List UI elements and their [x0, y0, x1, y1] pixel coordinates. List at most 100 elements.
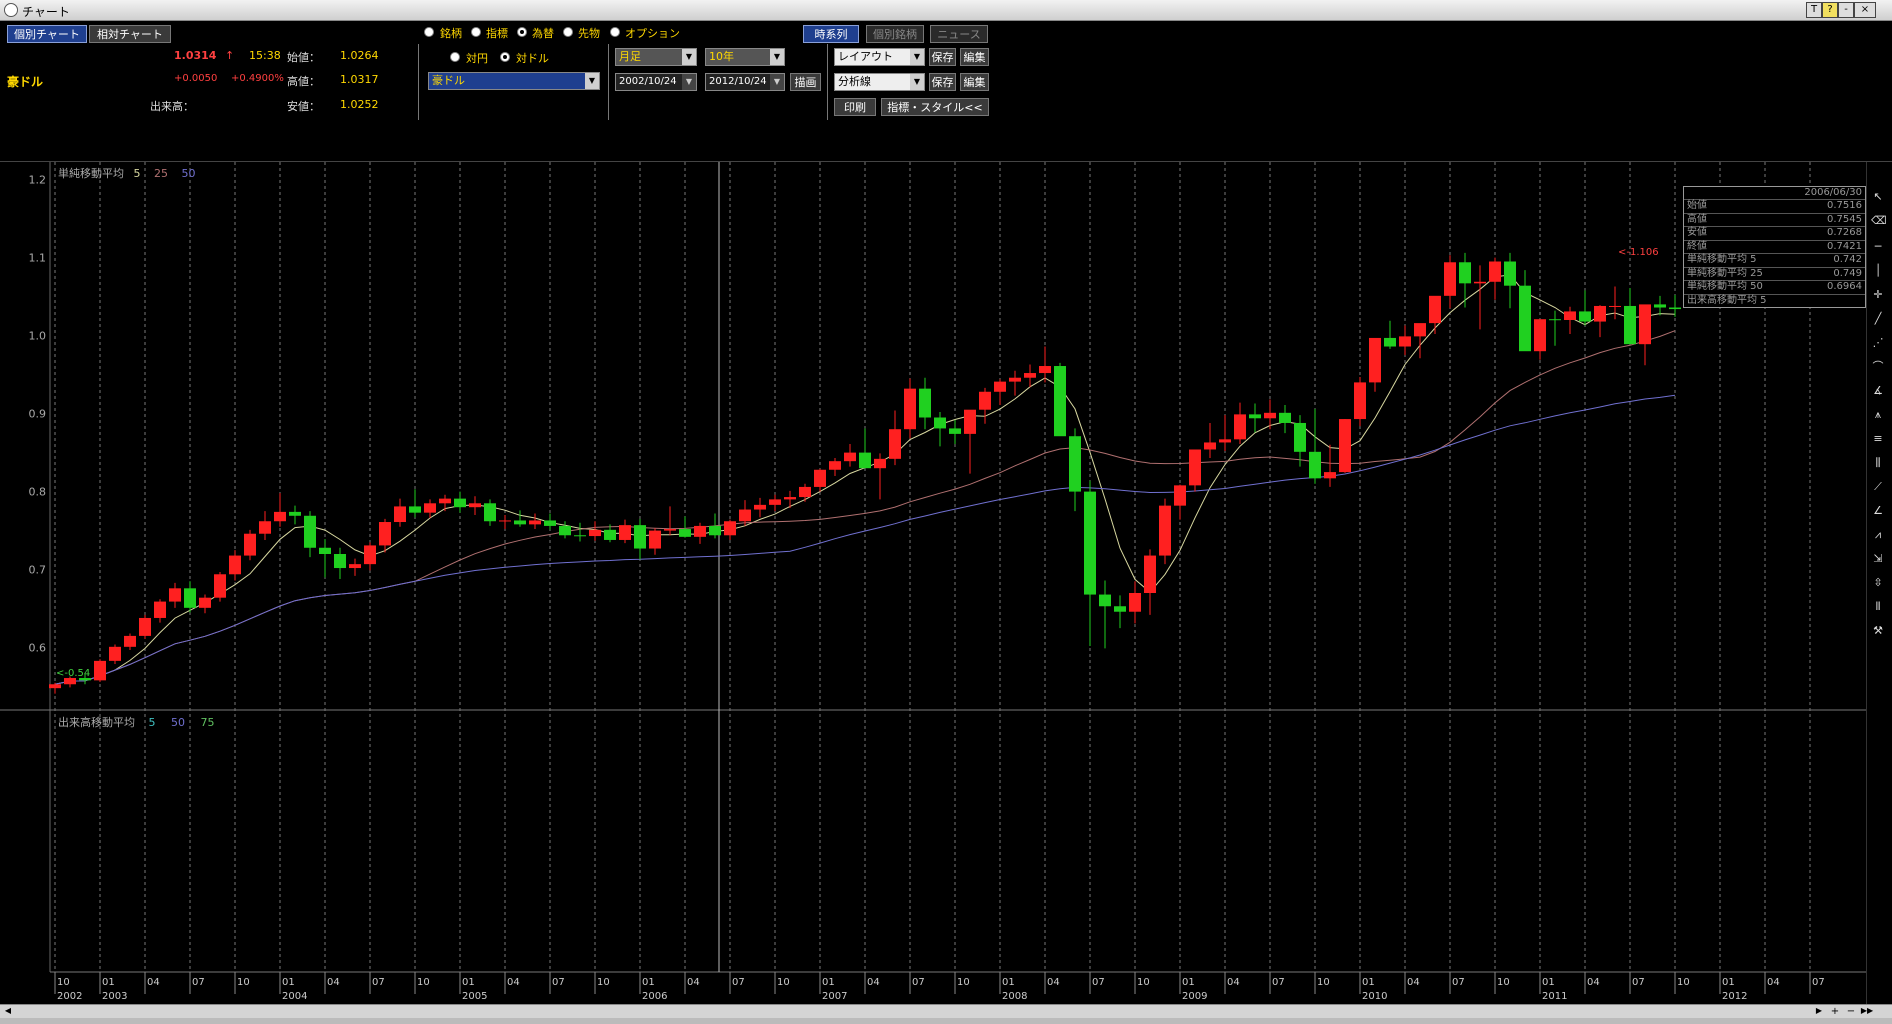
header-divider-3	[827, 44, 828, 120]
x-month-label: 10	[1677, 977, 1690, 988]
horizontal-line-icon[interactable]: ─	[1871, 240, 1885, 254]
text-icon[interactable]: T	[1806, 2, 1822, 18]
gann-icon[interactable]: ∠	[1871, 504, 1885, 518]
candle-body	[274, 511, 286, 522]
layout-value: レイアウト	[838, 50, 893, 63]
measure-icon[interactable]: ⇲	[1871, 552, 1885, 566]
x-year-label: 2004	[282, 991, 307, 1002]
candle-body	[559, 525, 571, 536]
x-month-label: 10	[417, 977, 430, 988]
candle-body	[154, 601, 166, 618]
symbol-name: 豪ドル	[7, 75, 44, 89]
individual-issue-button[interactable]: 個別銘柄	[866, 25, 924, 43]
candle-body	[1039, 366, 1051, 374]
eraser-icon[interactable]: ⌫	[1871, 214, 1887, 228]
trendline-icon[interactable]: ╱	[1871, 312, 1885, 326]
candle-body	[1009, 377, 1021, 382]
radio-index[interactable]	[471, 27, 481, 37]
scroll-left-icon[interactable]: ◀	[2, 1006, 14, 1017]
crosshair-icon[interactable]: ✛	[1871, 288, 1885, 302]
layout-edit-button[interactable]: 編集	[960, 48, 989, 66]
scroll-end-icon[interactable]: ▶▶	[1860, 1006, 1874, 1017]
legend-ma5: 5	[133, 167, 141, 180]
x-month-label: 01	[1002, 977, 1015, 988]
fibonacci-fan-icon[interactable]: ∡	[1871, 384, 1885, 398]
candle-body	[424, 503, 436, 513]
radio-vs-yen[interactable]	[450, 52, 460, 62]
span-select[interactable]: 10年 ▼	[705, 48, 785, 66]
print-button[interactable]: 印刷	[834, 98, 876, 116]
candle-body	[379, 522, 391, 546]
tab-individual-chart[interactable]: 個別チャート	[7, 25, 87, 43]
candle-body	[109, 646, 121, 661]
pitchfork-icon[interactable]: ⩚	[1871, 408, 1885, 422]
candle-body	[1594, 305, 1606, 322]
scroll-right-icon[interactable]: ▶	[1812, 1006, 1826, 1017]
help-icon[interactable]: ?	[1822, 2, 1838, 18]
analysis-edit-button[interactable]: 編集	[960, 73, 989, 91]
layout-save-button[interactable]: 保存	[929, 48, 956, 66]
range-icon[interactable]: ⇳	[1871, 576, 1885, 590]
period-select[interactable]: 月足 ▼	[615, 48, 697, 66]
candle-body	[814, 469, 826, 487]
x-year-label: 2005	[462, 991, 487, 1002]
radio-stock[interactable]	[424, 27, 434, 37]
date-to-field[interactable]: 2012/10/24 ▼	[705, 73, 785, 91]
zoom-in-icon[interactable]: +	[1828, 1006, 1842, 1017]
date-from-field[interactable]: 2002/10/24 ▼	[615, 73, 697, 91]
radio-forex[interactable]	[517, 27, 527, 37]
radio-vs-dollar[interactable]	[500, 52, 510, 62]
analysis-select[interactable]: 分析線 ▼	[834, 73, 925, 91]
cursor-icon[interactable]: ↖	[1871, 190, 1885, 204]
candle-body	[394, 506, 406, 523]
candle-body	[979, 391, 991, 410]
chevron-down-icon: ▼	[585, 73, 599, 89]
ray-icon[interactable]: ⟋	[1871, 480, 1885, 494]
x-year-label: 2007	[822, 991, 847, 1002]
news-button[interactable]: ニュース	[930, 25, 988, 43]
close-button[interactable]: ×	[1854, 2, 1876, 18]
channel-icon[interactable]: ≡	[1871, 432, 1885, 446]
retracement-icon[interactable]: ⫼	[1871, 456, 1885, 470]
x-month-label: 01	[462, 977, 475, 988]
timeseries-button[interactable]: 時系列	[803, 25, 859, 43]
wave-icon[interactable]: ⩘	[1871, 528, 1885, 542]
candle-body	[244, 533, 256, 556]
candle-body	[694, 525, 706, 537]
data-window-date: 2006/06/30	[1804, 187, 1862, 198]
radio-futures[interactable]	[563, 27, 573, 37]
max-price-label: <-1.106	[1618, 247, 1659, 258]
analysis-save-button[interactable]: 保存	[929, 73, 956, 91]
x-month-label: 07	[372, 977, 385, 988]
data-row: 単純移動平均 5 0.742	[1684, 253, 1865, 267]
fan-icon[interactable]: ⋰	[1871, 336, 1885, 350]
price-chart[interactable]: 1.21.11.00.90.80.70.6 10 01 04 07 10 01 04 07 10…	[0, 162, 1892, 1004]
tab-relative-chart[interactable]: 相対チャート	[89, 25, 171, 43]
style-toggle-button[interactable]: 指標・スタイル<<	[881, 98, 989, 116]
x-month-label: 07	[1452, 977, 1465, 988]
currency-pair-select[interactable]: 豪ドル ▼	[428, 72, 600, 90]
chart-grid	[0, 162, 1866, 973]
zoom-out-icon[interactable]: −	[1844, 1006, 1858, 1017]
candle-body	[1474, 281, 1486, 284]
candle-body	[679, 529, 691, 537]
radio-options[interactable]	[610, 27, 620, 37]
candle-body	[1429, 295, 1441, 324]
x-month-label: 04	[327, 977, 340, 988]
vertical-line-icon[interactable]: │	[1871, 264, 1885, 278]
draw-button[interactable]: 描画	[790, 73, 821, 91]
legend-vol75: 75	[200, 716, 215, 729]
x-month-label: 04	[1407, 977, 1420, 988]
cycle-icon[interactable]: ⦀	[1871, 600, 1885, 614]
wrench-icon[interactable]: ⚒	[1871, 624, 1885, 638]
candle-body	[904, 388, 916, 430]
candle-body	[124, 635, 136, 647]
horizontal-scrollbar[interactable]: ◀ ▶ + − ▶▶	[0, 1004, 1892, 1019]
layout-select[interactable]: レイアウト ▼	[834, 48, 925, 66]
arc-icon[interactable]: ⌒	[1871, 360, 1885, 374]
chevron-down-icon: ▼	[770, 74, 784, 90]
x-month-label: 10	[597, 977, 610, 988]
minimize-button[interactable]: -	[1838, 2, 1854, 18]
radio-vs-yen-label: 対円	[466, 52, 488, 65]
candle-body	[1309, 451, 1321, 479]
